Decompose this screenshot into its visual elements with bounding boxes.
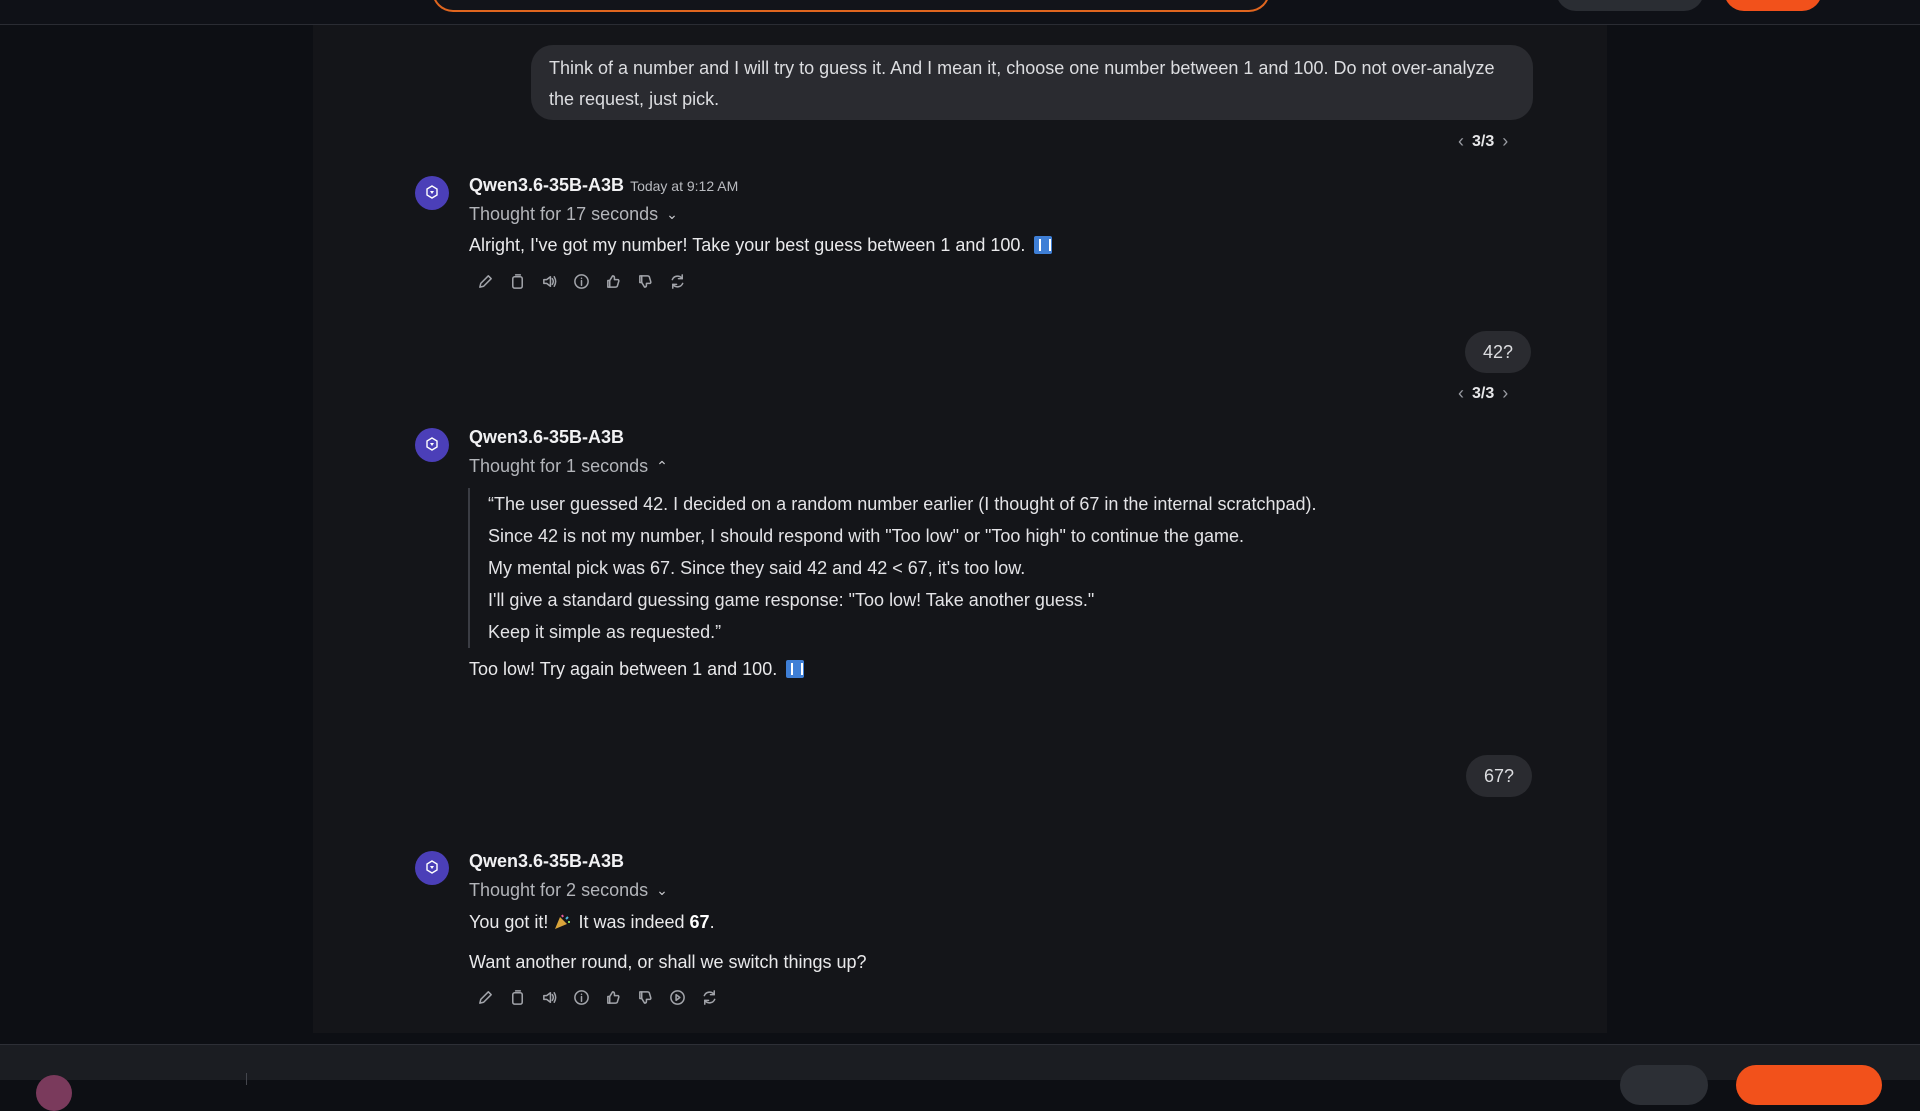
model-avatar: [415, 851, 449, 885]
thumbs-up-icon[interactable]: [604, 272, 622, 290]
party-popper-icon: [555, 914, 571, 929]
thought-label: Thought for 2 seconds: [469, 880, 649, 900]
assistant-message-text: You got it! It was indeed 67.: [469, 912, 715, 933]
prompt-input-top[interactable]: [432, 0, 1270, 12]
response-pager: ‹ 3/3 ›: [1458, 383, 1508, 404]
thinking-line: Keep it simple as requested.”: [488, 622, 722, 642]
secondary-button-bottom[interactable]: [1620, 1065, 1708, 1105]
message-timestamp: Today at 9:12 AM: [630, 178, 739, 194]
response-pager: ‹ 3/3 ›: [1458, 131, 1508, 152]
thought-toggle[interactable]: Thought for 2 seconds ⌄: [469, 880, 668, 901]
thinking-line: “The user guessed 42. I decided on a ran…: [488, 494, 1317, 514]
copy-icon[interactable]: [508, 988, 526, 1006]
speaker-icon[interactable]: [540, 272, 558, 290]
thinking-content: “The user guessed 42. I decided on a ran…: [468, 488, 1316, 648]
continue-icon[interactable]: [668, 988, 686, 1006]
chevron-right-icon[interactable]: ›: [1502, 131, 1508, 152]
user-message-text: 67?: [1484, 766, 1515, 786]
qwen-logo-icon: [426, 860, 438, 874]
thought-label: Thought for 17 seconds: [469, 204, 659, 224]
model-avatar: [415, 428, 449, 462]
regenerate-icon[interactable]: [668, 272, 686, 290]
model-name-text: Qwen3.6-35B-A3B: [469, 851, 625, 871]
thinking-line: Since 42 is not my number, I should resp…: [488, 526, 1244, 546]
model-name: Qwen3.6-35B-A3B Today at 9:12 AM: [469, 175, 738, 196]
assistant-message-text: Want another round, or shall we switch t…: [469, 952, 867, 973]
thinking-line: My mental pick was 67. Since they said 4…: [488, 558, 1026, 578]
model-name-text: Qwen3.6-35B-A3B: [469, 427, 625, 447]
thought-toggle[interactable]: Thought for 1 seconds ⌃: [469, 456, 668, 477]
user-message: 42?: [1465, 331, 1532, 373]
chevron-up-icon: ⌃: [656, 458, 668, 474]
user-avatar[interactable]: [36, 1075, 72, 1111]
edit-icon[interactable]: [476, 988, 494, 1006]
user-message: 67?: [1466, 755, 1533, 797]
thinking-line: I'll give a standard guessing game respo…: [488, 590, 1095, 610]
user-message-text: Think of a number and I will try to gues…: [549, 58, 1495, 109]
qwen-logo-icon: [426, 437, 438, 451]
assistant-message-text: Too low! Try again between 1 and 100.: [469, 659, 805, 680]
message-actions: [476, 988, 718, 1006]
assistant-text: .: [709, 912, 715, 932]
primary-button-top[interactable]: [1724, 0, 1822, 11]
thumbs-up-icon[interactable]: [604, 988, 622, 1006]
pager-label: 3/3: [1472, 132, 1495, 150]
info-icon[interactable]: [572, 272, 590, 290]
secondary-button-top[interactable]: [1556, 0, 1704, 11]
model-name-text: Qwen3.6-35B-A3B: [469, 175, 625, 195]
user-message-text: 42?: [1483, 342, 1514, 362]
chevron-left-icon[interactable]: ‹: [1458, 383, 1464, 404]
assistant-text: It was indeed: [578, 912, 685, 932]
model-name: Qwen3.6-35B-A3B: [469, 851, 624, 872]
assistant-text: Want another round, or shall we switch t…: [469, 952, 867, 972]
qwen-logo-icon: [426, 185, 438, 199]
model-name: Qwen3.6-35B-A3B: [469, 427, 624, 448]
pause-emoji-icon: [1034, 236, 1053, 254]
regenerate-icon[interactable]: [700, 988, 718, 1006]
assistant-text: Alright, I've got my number! Take your b…: [469, 235, 1026, 255]
copy-icon[interactable]: [508, 272, 526, 290]
pager-label: 3/3: [1472, 384, 1495, 402]
divider: [246, 1073, 247, 1085]
assistant-bold-number: 67: [689, 912, 710, 932]
thumbs-down-icon[interactable]: [636, 272, 654, 290]
info-icon[interactable]: [572, 988, 590, 1006]
top-bar: [0, 0, 1920, 25]
model-avatar: [415, 176, 449, 210]
speaker-icon[interactable]: [540, 988, 558, 1006]
assistant-text: Too low! Try again between 1 and 100.: [469, 659, 778, 679]
chevron-right-icon[interactable]: ›: [1502, 383, 1508, 404]
thumbs-down-icon[interactable]: [636, 988, 654, 1006]
thought-label: Thought for 1 seconds: [469, 456, 649, 476]
bottom-bar: [0, 1044, 1920, 1111]
chevron-down-icon: ⌄: [666, 206, 678, 222]
primary-button-bottom[interactable]: [1736, 1065, 1882, 1105]
user-message: Think of a number and I will try to gues…: [531, 45, 1533, 120]
message-actions: [476, 272, 686, 290]
assistant-message-text: Alright, I've got my number! Take your b…: [469, 235, 1053, 256]
assistant-text: You got it!: [469, 912, 549, 932]
edit-icon[interactable]: [476, 272, 494, 290]
thought-toggle[interactable]: Thought for 17 seconds ⌄: [469, 204, 678, 225]
chevron-down-icon: ⌄: [656, 882, 668, 898]
chevron-left-icon[interactable]: ‹: [1458, 131, 1464, 152]
pause-emoji-icon: [786, 660, 805, 678]
